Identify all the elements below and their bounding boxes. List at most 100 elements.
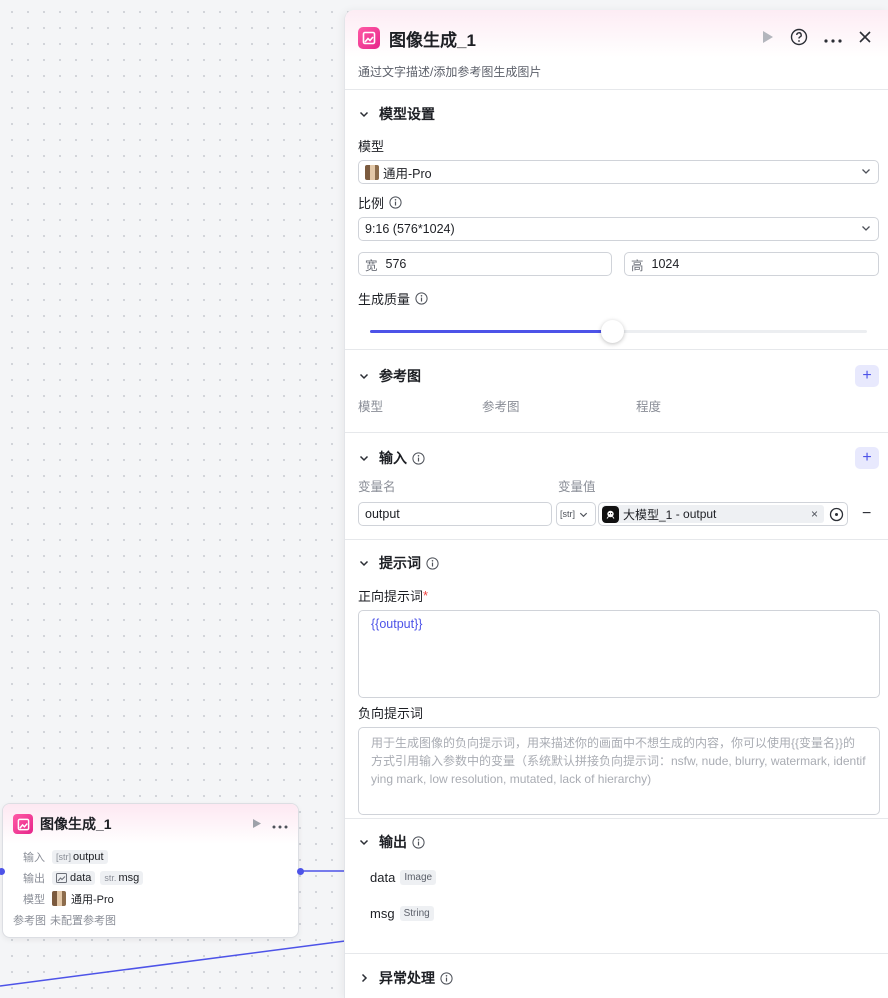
chevron-down-icon[interactable]: [358, 452, 372, 464]
variable-name-value: output: [365, 507, 400, 521]
node-ref-label: 参考图: [13, 914, 46, 927]
panel-description: 通过文字描述/添加参考图生成图片: [358, 65, 542, 79]
positive-prompt-label-row: 正向提示词 *: [358, 586, 879, 605]
output-type-badge: String: [399, 905, 434, 921]
output-type-badge: Image: [400, 869, 437, 885]
ratio-label: 比例: [358, 196, 385, 211]
info-icon[interactable]: [389, 196, 402, 209]
input-col-name: 变量名: [358, 480, 396, 494]
close-icon[interactable]: [858, 30, 872, 47]
info-icon[interactable]: [415, 292, 428, 305]
output-item: data Image: [370, 865, 879, 889]
input-variable-row: output [str] 大模型_1 - output × −: [358, 502, 879, 526]
input-title: 输入: [379, 450, 407, 466]
clear-icon[interactable]: ×: [811, 507, 818, 521]
info-icon[interactable]: [412, 451, 425, 465]
more-icon[interactable]: [824, 31, 842, 46]
node-header: 图像生成_1: [3, 804, 298, 844]
negative-prompt-input[interactable]: 用于生成图像的负向提示词，用来描述你的画面中不想生成的内容，你可以使用{{变量名…: [358, 727, 880, 815]
prompt-header[interactable]: 提示词: [358, 540, 879, 586]
variable-type-select[interactable]: [str]: [556, 502, 596, 526]
input-col-value: 变量值: [558, 480, 596, 494]
ratio-label-row: 比例: [358, 193, 879, 212]
info-icon[interactable]: [426, 556, 439, 570]
image-gen-node-card[interactable]: 图像生成_1 输入 [str] output 输出 data str. msg …: [2, 803, 299, 938]
node-input-label: 输入: [23, 851, 45, 864]
width-value: 576: [385, 257, 407, 271]
quality-label: 生成质量: [358, 292, 411, 307]
panel-header: 图像生成_1 通过文字描述/添加参考图生成图片: [345, 10, 888, 90]
negative-prompt-placeholder: 用于生成图像的负向提示词，用来描述你的画面中不想生成的内容，你可以使用{{变量名…: [371, 736, 866, 786]
run-icon[interactable]: [252, 817, 262, 832]
image-icon: [56, 872, 67, 883]
slider-thumb[interactable]: [601, 320, 625, 343]
chevron-right-icon[interactable]: [358, 972, 372, 984]
ref-col-image: 参考图: [482, 400, 520, 414]
image-gen-icon: [13, 814, 33, 834]
node-output-port[interactable]: [297, 868, 304, 875]
target-icon[interactable]: [829, 507, 844, 522]
ref-separator: -: [672, 507, 684, 521]
quality-label-row: 生成质量: [358, 289, 879, 308]
output-name: data: [370, 869, 396, 885]
panel-title[interactable]: 图像生成_1: [389, 26, 762, 51]
node-input-value: output: [73, 850, 104, 863]
node-output-chip-msg: str. msg: [100, 870, 144, 885]
positive-prompt-input[interactable]: {{output}}: [358, 610, 880, 698]
width-field[interactable]: 宽 576: [358, 252, 612, 276]
image-gen-icon: [358, 27, 380, 49]
ref-node-name: 大模型_1: [623, 507, 673, 522]
chevron-down-icon[interactable]: [358, 370, 372, 382]
error-handling-header[interactable]: 异常处理: [358, 954, 879, 998]
output-name: msg: [370, 905, 395, 921]
ref-field-name: output: [683, 507, 717, 521]
ref-col-degree: 程度: [636, 400, 662, 414]
model-label: 模型: [358, 139, 385, 154]
run-icon[interactable]: [762, 30, 774, 47]
model-settings-title: 模型设置: [379, 106, 435, 122]
variable-ref-chip: 大模型_1 - output ×: [602, 505, 824, 523]
output-item: msg String: [370, 901, 879, 925]
add-reference-button[interactable]: +: [855, 365, 879, 387]
str-type-tag: str.: [104, 872, 117, 883]
chevron-down-icon[interactable]: [358, 557, 372, 569]
node-ref-row: 参考图 未配置参考图: [3, 909, 298, 930]
quality-slider[interactable]: [370, 320, 867, 343]
add-input-button[interactable]: +: [855, 447, 879, 469]
remove-variable-button[interactable]: −: [862, 505, 871, 523]
input-section: 输入 + 变量名 变量值 output [str] 大模型_1 - output…: [345, 433, 888, 540]
positive-prompt-label: 正向提示词: [358, 589, 424, 604]
reference-columns: 模型 参考图 程度: [358, 396, 879, 415]
more-icon[interactable]: [272, 817, 288, 832]
output-header[interactable]: 输出: [358, 819, 879, 865]
variable-name-input[interactable]: output: [358, 502, 552, 526]
ratio-select-value: 9:16 (576*1024): [365, 222, 455, 236]
info-icon[interactable]: [412, 835, 425, 849]
output-section: 输出 data Image msg String: [345, 819, 888, 954]
str-type-tag: [str]: [56, 851, 71, 862]
node-input-row: 输入 [str] output: [3, 846, 298, 867]
node-output-chip-data: data: [52, 870, 96, 885]
model-select[interactable]: 通用-Pro: [358, 160, 879, 184]
height-field[interactable]: 高 1024: [624, 252, 879, 276]
chevron-down-icon[interactable]: [358, 108, 372, 120]
plus-icon: +: [862, 449, 872, 466]
ratio-select[interactable]: 9:16 (576*1024): [358, 217, 879, 241]
info-icon[interactable]: [440, 971, 453, 985]
help-icon[interactable]: [790, 28, 808, 49]
reference-title: 参考图: [379, 368, 421, 384]
chevron-down-icon[interactable]: [358, 836, 372, 848]
reference-header[interactable]: 参考图 +: [358, 350, 879, 402]
height-value: 1024: [651, 257, 680, 271]
prompt-section: 提示词 正向提示词 * {{output}} 负向提示词 用于生成图像的负向提示…: [345, 540, 888, 819]
model-settings-header[interactable]: 模型设置: [358, 90, 879, 138]
node-model-label: 模型: [23, 893, 45, 906]
model-select-value: 通用-Pro: [383, 166, 432, 181]
ref-col-model: 模型: [358, 400, 384, 414]
variable-reference-field[interactable]: 大模型_1 - output ×: [598, 502, 848, 526]
negative-prompt-label: 负向提示词: [358, 706, 424, 721]
node-input-chip: [str] output: [52, 849, 108, 864]
positive-prompt-value: {{output}}: [371, 617, 423, 631]
plus-icon: +: [862, 367, 872, 384]
width-prefix: 宽: [365, 258, 378, 273]
